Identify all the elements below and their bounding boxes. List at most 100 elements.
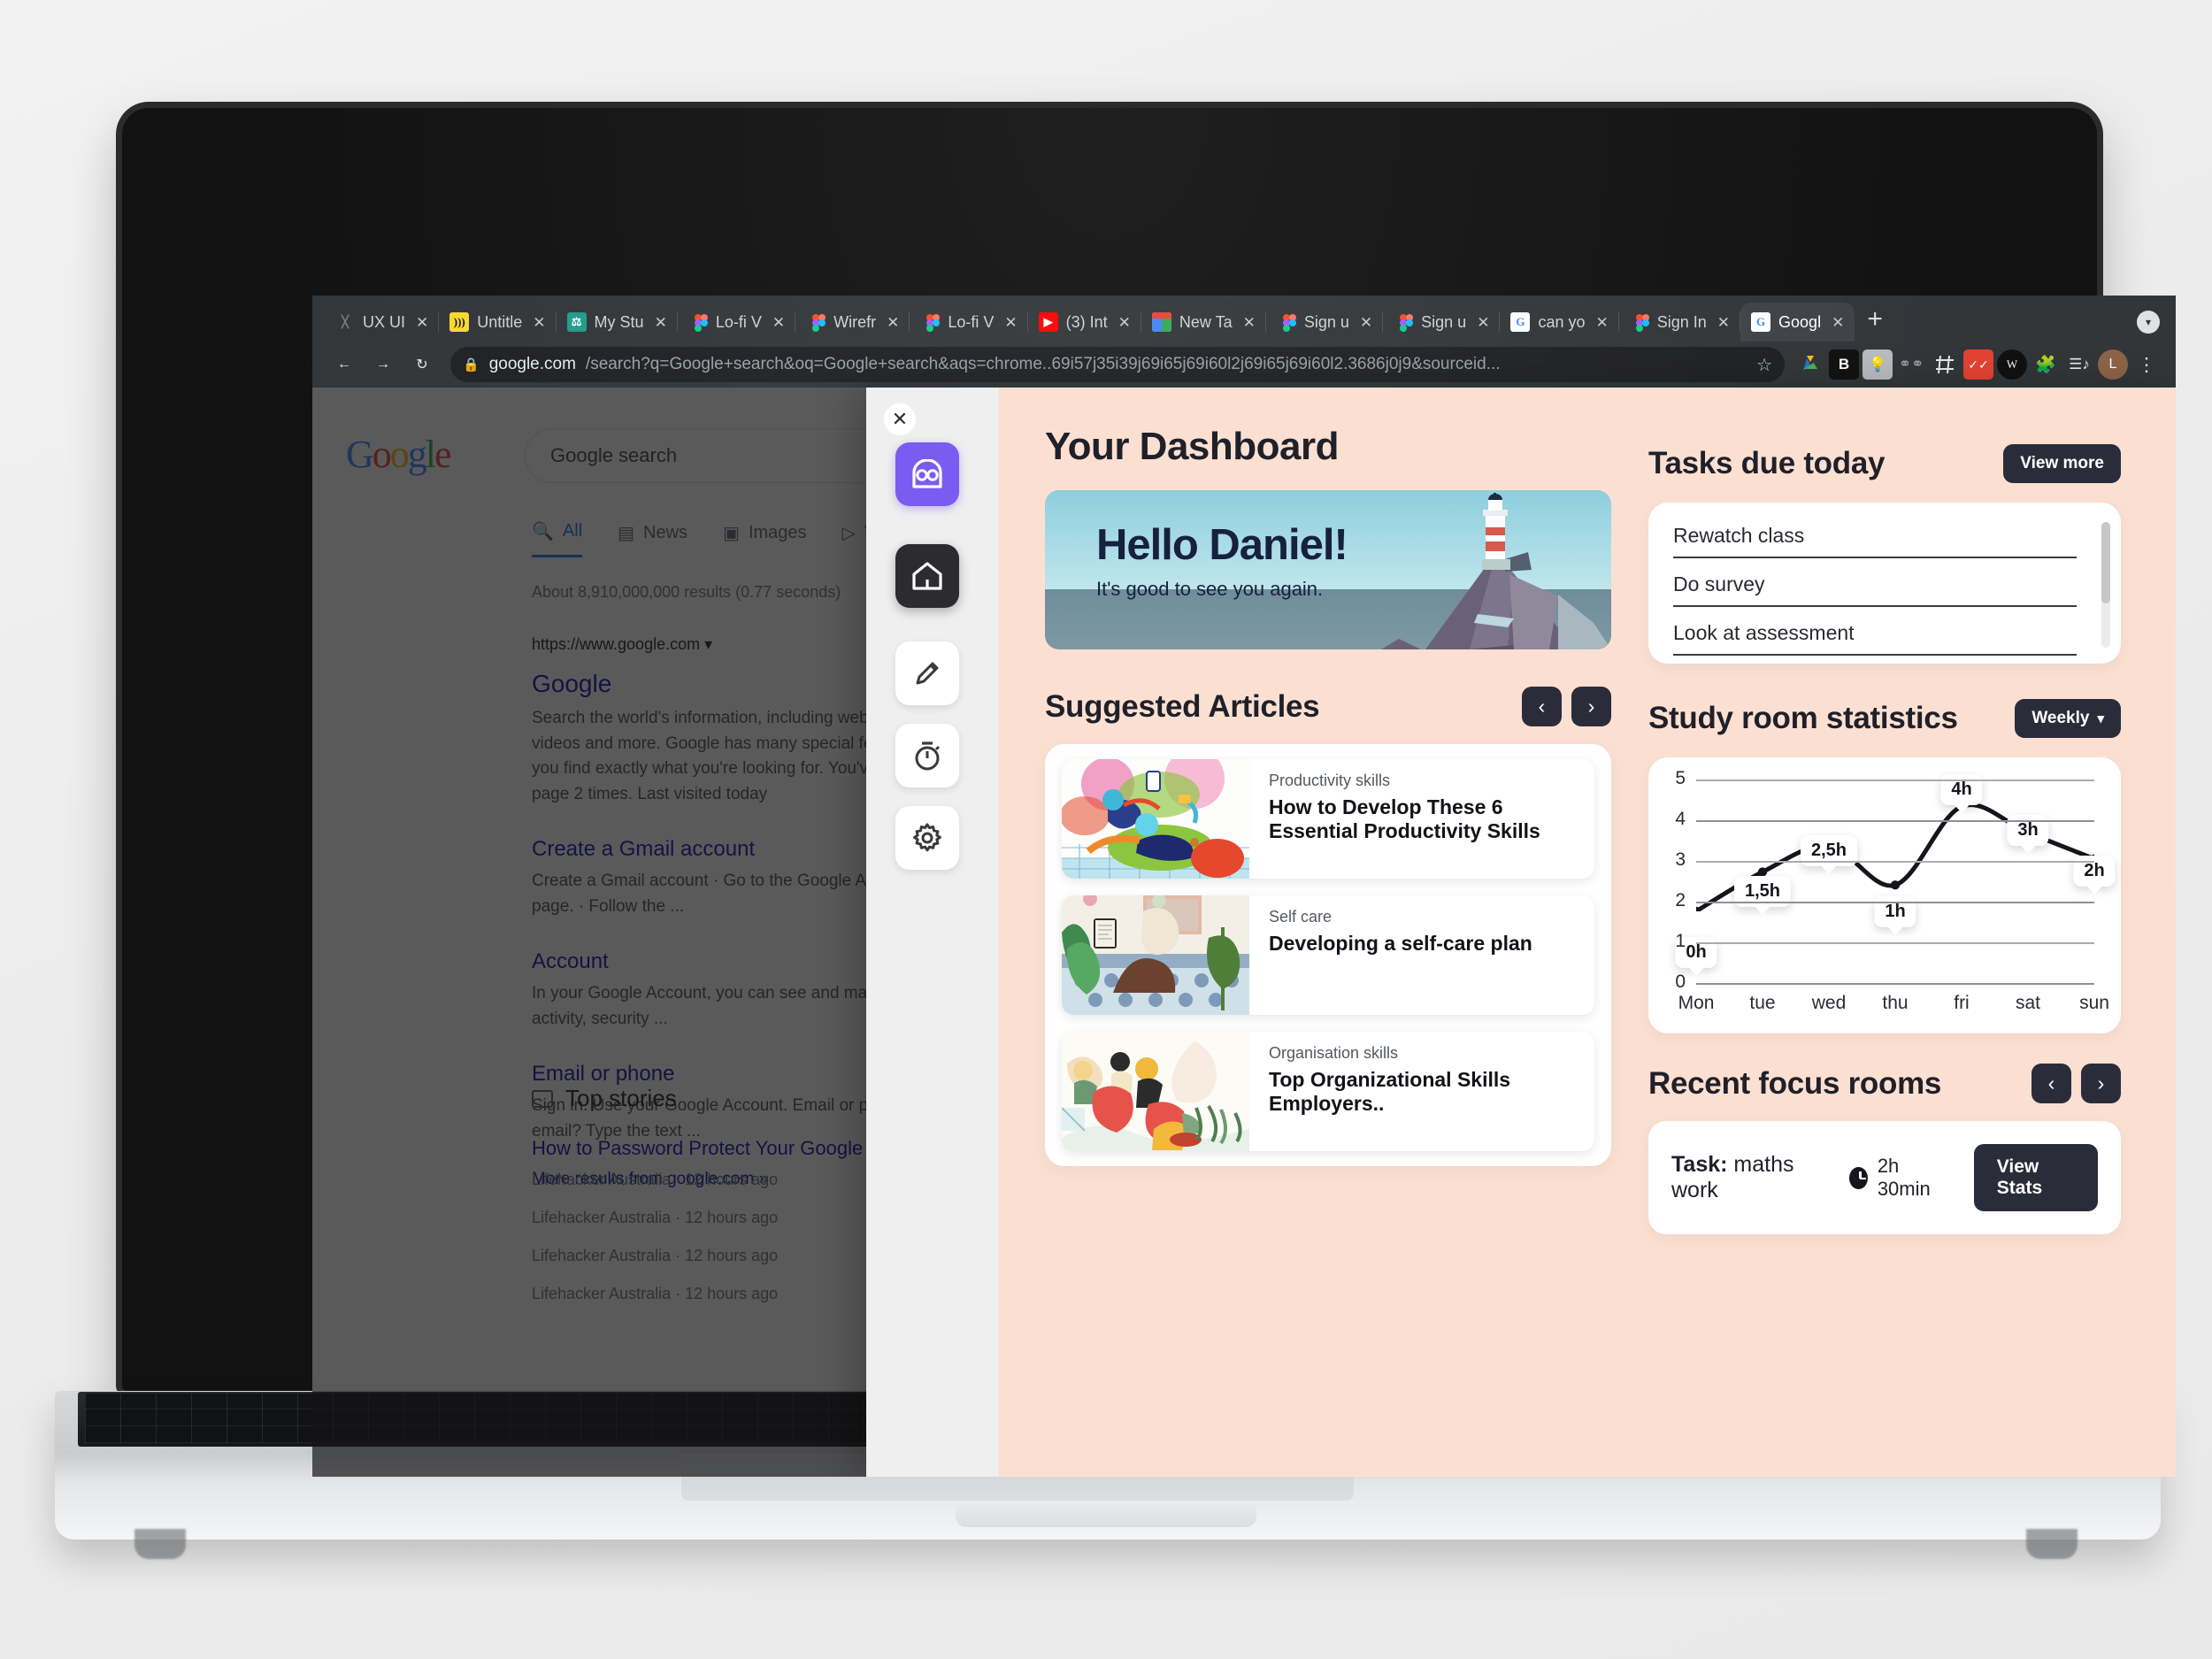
article-category: Productivity skills xyxy=(1269,772,1391,789)
google-logo: Google xyxy=(346,433,451,476)
focus-prev-button[interactable]: ‹ xyxy=(2032,1064,2071,1103)
tab-close-icon[interactable]: ✕ xyxy=(413,313,431,332)
browser-tab[interactable]: Sign In ✕ xyxy=(1619,303,1741,342)
tab-news[interactable]: ▤ News xyxy=(618,520,687,557)
browser-tab[interactable]: ))) Untitle ✕ xyxy=(439,303,557,342)
tab-close-icon[interactable]: ✕ xyxy=(1593,313,1610,332)
back-button[interactable]: ← xyxy=(326,347,362,382)
reload-button[interactable]: ↻ xyxy=(404,347,440,382)
close-icon[interactable]: ✕ xyxy=(884,403,916,435)
tab-close-icon[interactable]: ✕ xyxy=(1829,313,1847,332)
suggested-articles-header: Suggested Articles ‹ › xyxy=(1045,687,1611,726)
article-card[interactable]: Productivity skills How to Develop These… xyxy=(1062,759,1594,879)
extension-side-panel: ✕ Your Dashboard Hello Daniel! It's good… xyxy=(866,388,2176,1477)
playlist-icon[interactable]: ☰♪ xyxy=(2064,349,2094,380)
sidebar-item-logo[interactable] xyxy=(895,442,959,506)
article-category: Self care xyxy=(1269,908,1333,926)
figma-icon xyxy=(806,312,826,332)
focus-task: Task: maths work xyxy=(1671,1152,1819,1203)
greeting-banner: Hello Daniel! It's good to see you again… xyxy=(1045,490,1611,649)
task-item[interactable]: Rewatch class xyxy=(1673,510,2077,558)
browser-tab[interactable]: Sign u ✕ xyxy=(1266,303,1384,342)
chart-plot-area: 0h 1,5h 2,5h 1h 4h 3h 2h 012345 xyxy=(1663,768,2116,992)
articles-prev-button[interactable]: ‹ xyxy=(1522,687,1562,726)
browser-tab[interactable]: New Ta ✕ xyxy=(1141,303,1266,342)
figma-icon xyxy=(1394,312,1414,332)
task-item[interactable]: Look at assessment xyxy=(1673,607,2077,656)
new-tab-button[interactable]: + xyxy=(1855,306,1895,342)
pencil-icon xyxy=(916,662,939,685)
youtube-icon: ▶ xyxy=(1038,312,1058,332)
news-icon xyxy=(532,1089,553,1108)
scene: ╳ UX UI ✕ ))) Untitle ✕ ⚖ My Stu ✕ Lo-fi… xyxy=(0,0,2212,1659)
kebab-menu-icon[interactable]: ⋮ xyxy=(2131,349,2162,380)
tab-close-icon[interactable]: ✕ xyxy=(652,313,670,332)
search-input-value: Google search xyxy=(550,444,678,466)
task-item[interactable]: Do survey xyxy=(1673,558,2077,607)
sidebar-item-settings[interactable] xyxy=(895,806,959,870)
laptop-grip-notch xyxy=(956,1504,1256,1527)
puzzle-piece-icon[interactable]: 🧩 xyxy=(2031,349,2061,380)
tab-title: Sign u xyxy=(1303,312,1349,331)
glasses-icon[interactable]: ⚭⚭ xyxy=(1896,349,1926,380)
profile-avatar[interactable]: L xyxy=(2098,349,2128,380)
focus-duration: 2h 30min xyxy=(1849,1155,1944,1201)
article-card[interactable]: Self care Developing a self-care plan xyxy=(1062,895,1594,1015)
lightbulb-icon[interactable]: 💡 xyxy=(1863,349,1893,380)
tab-close-icon[interactable]: ✕ xyxy=(1357,313,1375,332)
focus-room-item: Task: maths work 2h 30min View Stats xyxy=(1648,1121,2121,1234)
chart-x-axis-labels: Mon tue wed thu fri sat sun xyxy=(1678,984,2109,1021)
tab-close-icon[interactable]: ✕ xyxy=(1002,313,1019,332)
article-thumbnail xyxy=(1062,759,1249,879)
view-more-button[interactable]: View more xyxy=(2003,444,2121,483)
chart-x-tick-label: tue xyxy=(1749,993,1776,1013)
greeting-subtext: It's good to see you again. xyxy=(1096,578,1324,600)
figma-icon xyxy=(1630,312,1649,332)
todoist-icon[interactable]: ✓✓ xyxy=(1963,349,1993,380)
wm-icon[interactable]: W xyxy=(1997,349,2027,380)
focus-duration-text: 2h 30min xyxy=(1877,1155,1931,1200)
tasks-header: Tasks due today View more xyxy=(1648,444,2121,483)
browser-tab[interactable]: ▶ (3) Int ✕ xyxy=(1028,303,1142,342)
tab-close-icon[interactable]: ✕ xyxy=(1474,313,1492,332)
tasks-scrollbar[interactable] xyxy=(2101,522,2110,648)
focus-next-button[interactable]: › xyxy=(2081,1064,2121,1103)
browser-tab[interactable]: Lo-fi V ✕ xyxy=(910,303,1028,342)
chevron-down-icon[interactable]: ▾ xyxy=(2137,311,2160,334)
article-card[interactable]: Organisation skills Top Organizational S… xyxy=(1062,1032,1594,1151)
articles-next-button[interactable]: › xyxy=(1571,687,1611,726)
address-bar[interactable]: 🔒 google.com/search?q=Google+search&oq=G… xyxy=(450,347,1785,382)
tab-close-icon[interactable]: ✕ xyxy=(1116,313,1133,332)
browser-tab[interactable]: Lo-fi V ✕ xyxy=(678,303,796,342)
browser-tab[interactable]: ⚖ My Stu ✕ xyxy=(557,303,679,342)
browser-tab[interactable]: Wirefr ✕ xyxy=(795,303,910,342)
sidebar-item-home[interactable] xyxy=(895,544,959,608)
bitwarden-icon[interactable]: B xyxy=(1829,349,1859,380)
browser-tab[interactable]: G can yo ✕ xyxy=(1500,303,1620,342)
tab-close-icon[interactable]: ✕ xyxy=(1240,313,1258,332)
figma-icon xyxy=(920,312,941,332)
range-dropdown[interactable]: Weekly ▾ xyxy=(2015,699,2121,738)
browser-tab[interactable]: ╳ UX UI ✕ xyxy=(325,303,440,342)
tab-label: News xyxy=(643,522,688,542)
task-label: Rewatch class xyxy=(1673,524,1805,547)
browser-tab[interactable]: Sign u ✕ xyxy=(1383,303,1501,342)
google-drive-icon[interactable] xyxy=(1795,349,1825,380)
sidebar-item-notes[interactable] xyxy=(895,641,959,705)
chart-x-tick-label: thu xyxy=(1882,993,1909,1013)
tab-title: Lo-fi V xyxy=(715,312,762,331)
forward-button[interactable]: → xyxy=(365,347,401,382)
grid-icon[interactable] xyxy=(1930,349,1960,380)
bookmark-star-icon[interactable]: ☆ xyxy=(1756,354,1772,376)
tab-close-icon[interactable]: ✕ xyxy=(530,313,548,332)
view-stats-button[interactable]: View Stats xyxy=(1973,1144,2098,1211)
tab-close-icon[interactable]: ✕ xyxy=(1715,313,1732,332)
tab-images[interactable]: ▣ Images xyxy=(723,520,807,557)
tab-close-icon[interactable]: ✕ xyxy=(884,313,902,332)
articles-list: Productivity skills How to Develop These… xyxy=(1045,744,1611,1166)
browser-tab-active[interactable]: G Googl ✕ xyxy=(1740,303,1855,342)
sidebar-item-timer[interactable] xyxy=(895,724,959,787)
tab-close-icon[interactable]: ✕ xyxy=(770,313,787,332)
tab-all[interactable]: 🔍 All xyxy=(532,520,583,557)
chart-gridline xyxy=(1696,820,2094,822)
